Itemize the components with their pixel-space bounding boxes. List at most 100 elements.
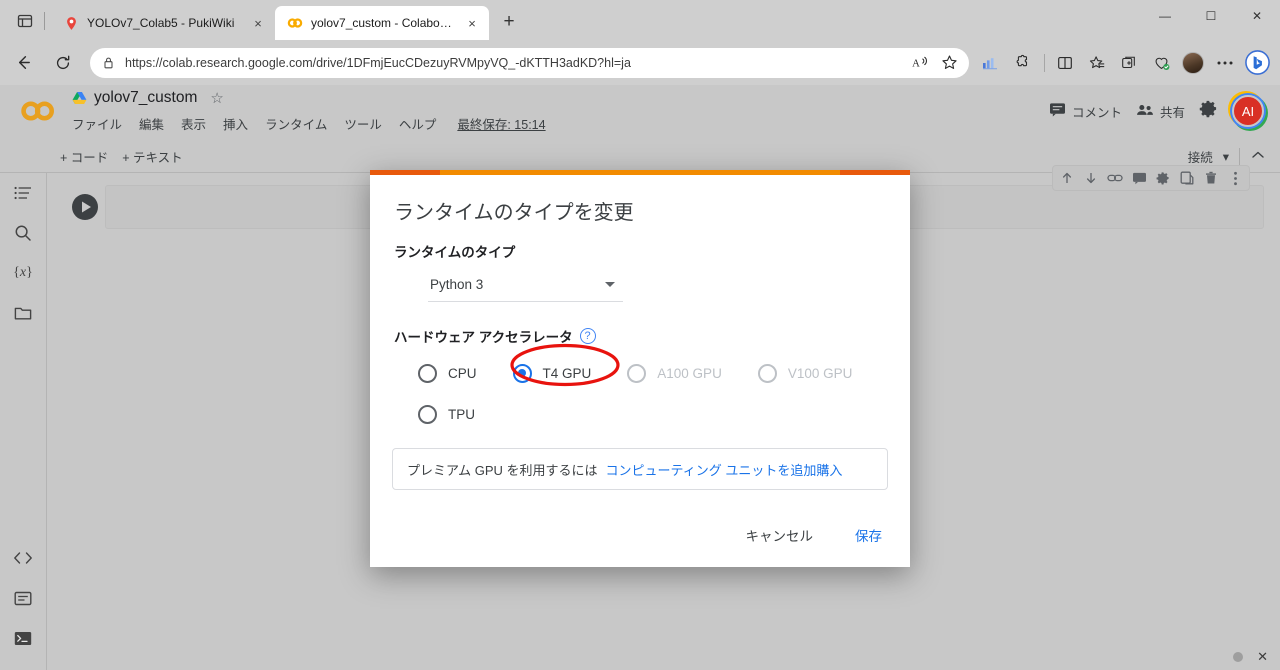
back-button[interactable]: [6, 46, 40, 80]
cell-toolbar: [1052, 165, 1250, 191]
share-button[interactable]: 共有: [1136, 102, 1185, 121]
search-icon[interactable]: [5, 213, 41, 253]
add-code-cell-button[interactable]: + コード: [60, 147, 108, 166]
menu-item-view[interactable]: 表示: [181, 114, 206, 133]
run-play-icon[interactable]: [69, 191, 101, 223]
accelerator-label: ハードウェア アクセラレータ: [394, 326, 573, 346]
toolbar-divider: [1239, 148, 1240, 166]
dialog-body: ランタイムのタイプを変更 ランタイムのタイプ Python 3 ハードウェア ア…: [370, 170, 910, 432]
ellipsis-icon[interactable]: [1210, 48, 1240, 78]
bing-copilot-icon[interactable]: [1242, 48, 1272, 78]
code-snippets-icon[interactable]: [5, 538, 41, 578]
colab-logo[interactable]: [18, 97, 60, 125]
accelerator-options-row-1: CPU T4 GPU A100 GPU V100 GPU: [418, 350, 886, 396]
runtime-type-select[interactable]: Python 3: [428, 271, 623, 302]
runtime-type-value: Python 3: [430, 277, 483, 292]
accelerator-heading: ハードウェア アクセラレータ ?: [394, 326, 886, 346]
left-rail: {x}: [0, 173, 47, 670]
radio-option-a100-gpu[interactable]: A100 GPU: [627, 364, 722, 383]
menu-item-tools[interactable]: ツール: [344, 114, 382, 133]
comment-button[interactable]: コメント: [1049, 102, 1122, 121]
more-vert-icon[interactable]: [1225, 168, 1245, 188]
table-of-contents-icon[interactable]: [5, 173, 41, 213]
extensions-icon[interactable]: [1007, 48, 1037, 78]
radio-option-cpu[interactable]: CPU: [418, 364, 477, 383]
radio-label: V100 GPU: [788, 366, 853, 381]
star-icon[interactable]: [935, 49, 963, 77]
collections-icon[interactable]: [1082, 48, 1112, 78]
split-screen-icon[interactable]: [1050, 48, 1080, 78]
last-saved-label[interactable]: 最終保存: 15:14: [457, 114, 545, 133]
copy-cell-icon[interactable]: [1177, 168, 1197, 188]
delete-cell-icon[interactable]: [1201, 168, 1221, 188]
comment-icon[interactable]: [1129, 168, 1149, 188]
menu-item-insert[interactable]: 挿入: [223, 114, 248, 133]
reload-button[interactable]: [46, 46, 80, 80]
star-icon[interactable]: ☆: [210, 89, 223, 107]
radio-option-t4-gpu[interactable]: T4 GPU: [513, 364, 592, 383]
buy-compute-units-link[interactable]: コンピューティング ユニットを追加購入: [606, 460, 843, 479]
tab-close-button[interactable]: ×: [247, 12, 269, 34]
radio-label: A100 GPU: [657, 366, 722, 381]
move-down-icon[interactable]: [1081, 168, 1101, 188]
save-button[interactable]: 保存: [847, 519, 890, 551]
settings-gear-icon[interactable]: [1153, 168, 1173, 188]
people-icon: [1136, 103, 1154, 120]
address-bar[interactable]: https://colab.research.google.com/drive/…: [90, 48, 969, 78]
move-up-icon[interactable]: [1057, 168, 1077, 188]
lock-icon: [102, 56, 115, 70]
radio-label: T4 GPU: [543, 366, 592, 381]
comment-icon: [1049, 102, 1066, 120]
radio-button[interactable]: [758, 364, 777, 383]
chevron-up-icon[interactable]: [1250, 148, 1266, 166]
connect-button[interactable]: 接続: [1188, 147, 1213, 166]
radio-button[interactable]: [627, 364, 646, 383]
maximize-button[interactable]: ☐: [1188, 0, 1234, 32]
premium-gpu-notice: プレミアム GPU を利用するには コンピューティング ユニットを追加購入: [392, 448, 888, 490]
browser-essentials-icon[interactable]: [1146, 48, 1176, 78]
variables-icon[interactable]: {x}: [5, 253, 41, 293]
menu-item-file[interactable]: ファイル: [72, 114, 122, 133]
chart-badge-icon[interactable]: [975, 48, 1005, 78]
radio-button[interactable]: [513, 364, 532, 383]
status-dot-icon: [1233, 652, 1243, 662]
terminal-icon[interactable]: [5, 618, 41, 658]
tab-list-icon[interactable]: [8, 6, 42, 36]
browser-tab-1[interactable]: YOLOv7_Colab5 - PukiWiki ×: [51, 6, 275, 40]
browser-tab-2[interactable]: yolov7_custom - Colaboratory ×: [275, 6, 489, 40]
help-icon[interactable]: ?: [580, 328, 596, 344]
svg-text:A: A: [912, 58, 920, 69]
radio-option-v100-gpu[interactable]: V100 GPU: [758, 364, 853, 383]
add-text-cell-button[interactable]: + テキスト: [122, 147, 182, 166]
chevron-down-icon: [605, 282, 615, 287]
drive-icon: [72, 91, 87, 105]
minimize-button[interactable]: —: [1142, 0, 1188, 32]
close-window-button[interactable]: ✕: [1234, 0, 1280, 32]
tab-groups-icon[interactable]: [1114, 48, 1144, 78]
notebook-icon[interactable]: [5, 578, 41, 618]
menu-item-runtime[interactable]: ランタイム: [265, 114, 327, 133]
status-bar: ✕: [1190, 644, 1280, 670]
browser-toolbar: https://colab.research.google.com/drive/…: [0, 40, 1280, 85]
page-title[interactable]: yolov7_custom: [94, 89, 197, 107]
menu-item-help[interactable]: ヘルプ: [399, 114, 437, 133]
tab-close-button[interactable]: ×: [461, 12, 483, 34]
new-tab-button[interactable]: +: [495, 8, 523, 36]
profile-avatar[interactable]: [1178, 48, 1208, 78]
status-close-icon[interactable]: ✕: [1257, 649, 1268, 665]
menu-item-edit[interactable]: 編集: [139, 114, 164, 133]
radio-option-tpu[interactable]: TPU: [418, 405, 475, 424]
radio-button[interactable]: [418, 405, 437, 424]
avatar[interactable]: AI: [1232, 95, 1264, 127]
connect-dropdown-icon[interactable]: ▾: [1223, 149, 1229, 164]
document-title-row: yolov7_custom ☆: [72, 89, 224, 107]
read-aloud-icon[interactable]: A: [907, 49, 935, 77]
files-folder-icon[interactable]: [5, 293, 41, 333]
tab-title: YOLOv7_Colab5 - PukiWiki: [87, 16, 239, 30]
colab-icon: [287, 15, 303, 31]
radio-button[interactable]: [418, 364, 437, 383]
loading-progress-bar: [370, 170, 910, 175]
gear-icon[interactable]: [1199, 99, 1218, 123]
link-icon[interactable]: [1105, 168, 1125, 188]
cancel-button[interactable]: キャンセル: [738, 519, 822, 551]
